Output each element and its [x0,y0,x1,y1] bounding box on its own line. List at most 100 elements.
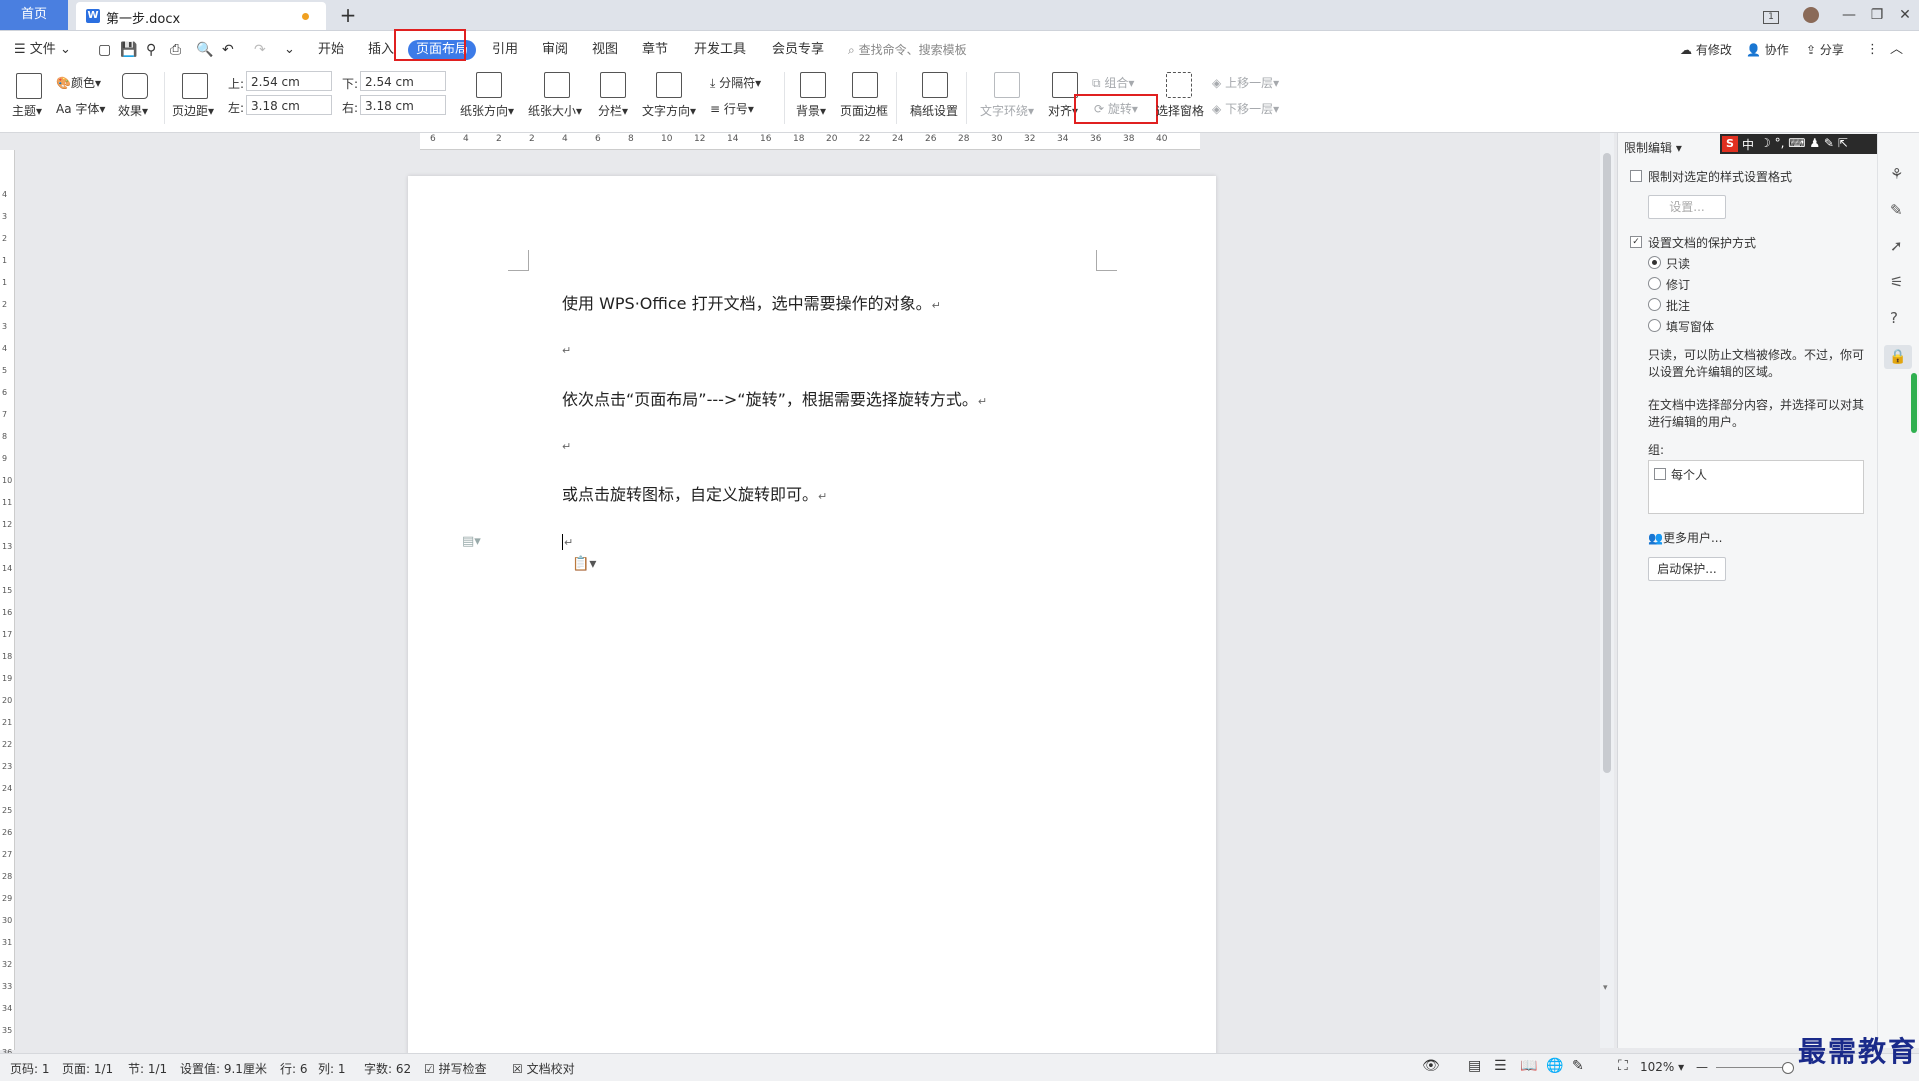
page-count[interactable]: 页面: 1/1 [62,1060,113,1077]
ime-toolbar[interactable]: S 中 ☽ °, ⌨ ♟ ✎ ⇱ [1720,134,1880,154]
vertical-ruler[interactable]: 4 3 2 1 1 2 3 4 5 6 7 8 9 10 11 12 13 14 15 16 17 18 19 20 21 22 2… [0,150,15,1057]
more-users-link[interactable]: 👥更多用户... [1648,529,1722,546]
scroll-down-icon[interactable]: ▾ [1603,983,1608,993]
restrict-format-checkbox[interactable] [1630,170,1642,182]
more-options-icon[interactable]: ⋮ [1866,40,1879,60]
theme-icon[interactable] [16,73,42,99]
send-backward-button[interactable]: ◈ 下移一层▾ [1212,100,1279,117]
format-painter-icon[interactable]: ⚲ [146,40,156,60]
command-search[interactable]: ⌕ 查找命令、搜索模板 [848,40,967,60]
spell-check-button[interactable]: ☑ 拼写检查 [424,1060,487,1077]
quick-access-more-icon[interactable]: ⌄ [284,40,295,60]
select-pane-icon[interactable] [1166,72,1192,98]
paragraph-options-icon[interactable]: ▤▾ [462,534,481,549]
modified-button[interactable]: ☁ 有修改 [1680,40,1732,60]
left-margin-input[interactable]: 3.18 cm [246,95,332,115]
close-icon[interactable]: ✕ [1890,0,1919,30]
tab-home[interactable]: 开始 [318,40,344,60]
document-tab[interactable]: W 第一步.docx [76,2,326,30]
window-layout-icon[interactable]: 1 [1756,0,1786,30]
text-direction-icon[interactable] [656,72,682,98]
vertical-scrollbar[interactable]: ▾ [1600,133,1614,1048]
page-border-icon[interactable] [852,72,878,98]
protect-mode-checkbox[interactable]: ✓ [1630,236,1642,248]
bottom-margin-input[interactable]: 2.54 cm [360,71,446,91]
scrollbar-thumb[interactable] [1603,153,1611,773]
web-view-icon[interactable]: 🌐 [1546,1058,1563,1074]
collab-button[interactable]: 👤 协作 [1746,40,1789,60]
paragraph-3[interactable]: 或点击旋转图标，自定义旋转即可。↵ [562,481,827,505]
manuscript-icon[interactable] [922,72,948,98]
line-number-button[interactable]: ≡ 行号▾ [710,100,754,117]
text-direction-button[interactable]: 文字方向▾ [642,102,696,119]
word-count[interactable]: 字数: 62 [364,1060,411,1077]
horizontal-ruler[interactable]: 6 4 2 2 4 6 8 10 12 14 16 18 20 22 24 26 28 30 32 34 36 38 40 [420,133,1200,150]
eye-protect-icon[interactable]: 👁 [1422,1058,1440,1074]
paper-size-button[interactable]: 纸张大小▾ [528,102,582,119]
background-icon[interactable] [800,72,826,98]
margins-icon[interactable] [182,73,208,99]
proofread-button[interactable]: ☒ 文档校对 [512,1060,575,1077]
orientation-button[interactable]: 纸张方向▾ [460,102,514,119]
color-button[interactable]: 🎨颜色▾ [56,74,101,91]
write-mode-icon[interactable]: ✎ [1572,1058,1584,1074]
save-icon[interactable]: 💾 [120,40,137,60]
pointer-icon[interactable]: ➚ [1890,237,1903,255]
collapse-ribbon-icon[interactable]: ︿ [1890,40,1903,60]
adjust-icon[interactable]: ⚟ [1890,273,1903,291]
tab-developer[interactable]: 开发工具 [694,40,746,60]
select-pane-button[interactable]: 选择窗格 [1156,102,1204,119]
tab-chapter[interactable]: 章节 [642,40,668,60]
paste-options-icon[interactable]: 📋▾ [572,556,596,572]
font-button[interactable]: Aa 字体▾ [56,100,105,117]
settings-button[interactable]: 设置... [1648,195,1726,219]
fit-page-icon[interactable]: ⛶ [1618,1058,1628,1074]
everyone-checkbox[interactable] [1654,468,1666,480]
lock-icon[interactable]: 🔒 [1884,345,1912,369]
avatar[interactable] [1796,0,1826,30]
columns-button[interactable]: 分栏▾ [598,102,628,119]
tab-member[interactable]: 会员专享 [772,40,824,60]
tab-view[interactable]: 视图 [592,40,618,60]
bring-forward-button[interactable]: ◈ 上移一层▾ [1212,74,1279,91]
redo-icon[interactable]: ↷ [254,40,266,60]
tab-insert[interactable]: 插入 [368,40,394,60]
text-wrap-icon[interactable] [994,72,1020,98]
print-icon[interactable]: ⎙ [170,40,181,60]
effect-button[interactable]: 效果▾ [118,102,148,119]
breaks-button[interactable]: ⤓ 分隔符▾ [710,74,761,91]
top-margin-input[interactable]: 2.54 cm [246,71,332,91]
zoom-level[interactable]: 102% ▾ [1640,1060,1684,1074]
effect-icon[interactable] [122,73,148,99]
new-doc-icon[interactable]: ▢ [98,40,111,60]
paragraph-2[interactable]: 依次点击“页面布局”--->“旋转”，根据需要选择旋转方式。↵ [562,386,987,410]
outline-view-icon[interactable]: ☰ [1494,1058,1507,1074]
paragraph-1[interactable]: 使用 WPS·Office 打开文档，选中需要操作的对象。↵ [562,290,941,314]
group-button[interactable]: ⧉ 组合▾ [1092,74,1134,91]
tab-review[interactable]: 审阅 [542,40,568,60]
tab-references[interactable]: 引用 [492,40,518,60]
panel-title[interactable]: 限制编辑 ▾ [1624,139,1682,156]
minimize-icon[interactable]: — [1834,0,1864,30]
home-tab[interactable]: 首页 [0,0,68,30]
orientation-icon[interactable] [476,72,502,98]
background-button[interactable]: 背景▾ [796,102,826,119]
theme-button[interactable]: 主题▾ [12,102,42,119]
option-form-radio[interactable] [1648,319,1661,332]
zoom-slider[interactable] [1716,1067,1786,1068]
style-icon[interactable]: ⚘ [1890,165,1903,183]
users-list[interactable]: 每个人 [1648,460,1864,514]
file-menu[interactable]: ☰ 文件 ⌄ [14,40,71,60]
manuscript-button[interactable]: 稿纸设置 [910,102,958,119]
option-comment-radio[interactable] [1648,298,1661,311]
page-border-button[interactable]: 页面边框 [840,102,888,119]
option-revision-radio[interactable] [1648,277,1661,290]
columns-icon[interactable] [600,72,626,98]
undo-icon[interactable]: ↶ [222,40,234,60]
reading-view-icon[interactable]: 📖 [1520,1058,1537,1074]
zoom-out-icon[interactable]: — [1696,1060,1708,1074]
restore-icon[interactable]: ❐ [1862,0,1892,30]
help-icon[interactable]: ? [1890,309,1898,327]
text-wrap-button[interactable]: 文字环绕▾ [980,102,1034,119]
pen-icon[interactable]: ✎ [1890,201,1903,219]
